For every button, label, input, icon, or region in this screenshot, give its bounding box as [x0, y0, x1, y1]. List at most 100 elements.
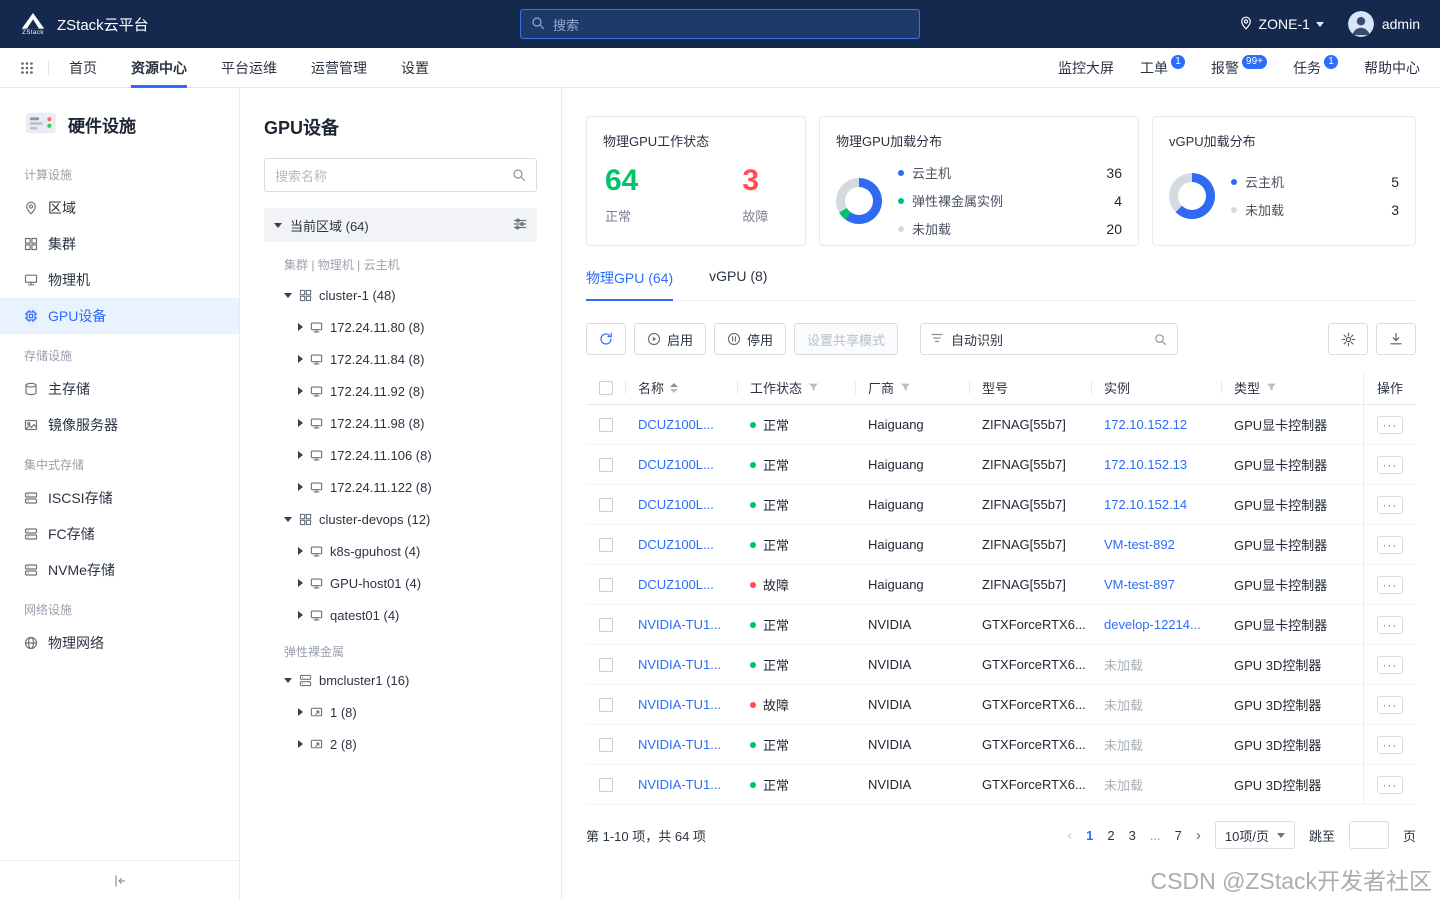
- gpu-name-link[interactable]: NVIDIA-TU1...: [638, 777, 721, 792]
- disable-button[interactable]: 停用: [714, 323, 786, 355]
- nav-item-monitor-screen[interactable]: 监控大屏: [1058, 58, 1114, 78]
- row-actions-button[interactable]: ···: [1377, 416, 1403, 434]
- collapse-sidebar-icon[interactable]: [113, 874, 127, 888]
- tree-bm-node[interactable]: 1 (8): [264, 696, 537, 728]
- row-checkbox[interactable]: [599, 698, 613, 712]
- filter-funnel-icon[interactable]: [900, 382, 911, 393]
- enable-button[interactable]: 启用: [634, 323, 706, 355]
- sidebar-item-physical-network[interactable]: 物理网络: [0, 625, 239, 661]
- row-checkbox[interactable]: [599, 458, 613, 472]
- jump-page-input[interactable]: [1349, 821, 1389, 849]
- gpu-name-link[interactable]: DCUZ100L...: [638, 537, 714, 552]
- sidebar-item-primary-storage[interactable]: 主存储: [0, 371, 239, 407]
- caret-right-icon[interactable]: [298, 355, 303, 363]
- tree-bm-node[interactable]: 2 (8): [264, 728, 537, 760]
- tree-host-node[interactable]: 172.24.11.80 (8): [264, 311, 537, 343]
- page-number[interactable]: 3: [1129, 828, 1136, 843]
- caret-right-icon[interactable]: [298, 611, 303, 619]
- instance-link[interactable]: develop-12214...: [1104, 617, 1201, 632]
- sort-icon[interactable]: [670, 383, 678, 393]
- caret-right-icon[interactable]: [298, 419, 303, 427]
- tab-physical-gpu[interactable]: 物理GPU (64): [586, 268, 673, 300]
- instance-link[interactable]: VM-test-892: [1104, 537, 1175, 552]
- nav-item-settings[interactable]: 设置: [401, 48, 429, 88]
- share-mode-button[interactable]: 设置共享模式: [794, 323, 898, 355]
- filter-dropdown[interactable]: 自动识别: [920, 323, 1178, 355]
- tab-vgpu[interactable]: vGPU (8): [709, 268, 767, 300]
- global-search-input[interactable]: 搜索: [520, 9, 920, 39]
- row-actions-button[interactable]: ···: [1377, 696, 1403, 714]
- tree-host-node[interactable]: 172.24.11.84 (8): [264, 343, 537, 375]
- sidebar-item-nvme[interactable]: NVMe存储: [0, 552, 239, 588]
- gpu-name-link[interactable]: DCUZ100L...: [638, 457, 714, 472]
- caret-down-icon[interactable]: [284, 517, 292, 522]
- filter-funnel-icon[interactable]: [808, 382, 819, 393]
- app-grid-icon[interactable]: [20, 61, 34, 75]
- filter-funnel-icon[interactable]: [1266, 382, 1277, 393]
- tree-node-current-region[interactable]: 当前区域 (64): [264, 208, 537, 242]
- tree-host-node[interactable]: GPU-host01 (4): [264, 567, 537, 599]
- tree-cluster-node[interactable]: cluster-1 (48): [264, 279, 537, 311]
- nav-item-home[interactable]: 首页: [69, 48, 97, 88]
- caret-right-icon[interactable]: [298, 387, 303, 395]
- page-size-select[interactable]: 10项/页: [1215, 821, 1295, 849]
- row-actions-button[interactable]: ···: [1377, 576, 1403, 594]
- instance-link[interactable]: VM-test-897: [1104, 577, 1175, 592]
- search-icon[interactable]: [1154, 333, 1167, 346]
- row-actions-button[interactable]: ···: [1377, 656, 1403, 674]
- row-actions-button[interactable]: ···: [1377, 736, 1403, 754]
- prev-page-icon[interactable]: ‹: [1067, 828, 1072, 843]
- row-checkbox[interactable]: [599, 658, 613, 672]
- caret-down-icon[interactable]: [284, 678, 292, 683]
- row-checkbox[interactable]: [599, 538, 613, 552]
- sidebar-item-host[interactable]: 物理机: [0, 262, 239, 298]
- caret-right-icon[interactable]: [298, 323, 303, 331]
- zone-selector[interactable]: ZONE-1: [1239, 16, 1324, 33]
- row-checkbox[interactable]: [599, 738, 613, 752]
- instance-link[interactable]: 172.10.152.13: [1104, 457, 1187, 472]
- nav-item-tasks[interactable]: 任务1: [1293, 58, 1338, 78]
- nav-item-platform-ops[interactable]: 平台运维: [221, 48, 277, 88]
- page-number[interactable]: 1: [1086, 828, 1093, 843]
- gpu-name-link[interactable]: DCUZ100L...: [638, 417, 714, 432]
- gpu-name-link[interactable]: DCUZ100L...: [638, 497, 714, 512]
- sidebar-item-iscsi[interactable]: ISCSI存储: [0, 480, 239, 516]
- row-actions-button[interactable]: ···: [1377, 616, 1403, 634]
- nav-item-help-center[interactable]: 帮助中心: [1364, 58, 1420, 78]
- tree-host-node[interactable]: qatest01 (4): [264, 599, 537, 631]
- tree-host-node[interactable]: 172.24.11.122 (8): [264, 471, 537, 503]
- page-number[interactable]: 2: [1107, 828, 1114, 843]
- row-checkbox[interactable]: [599, 498, 613, 512]
- tree-search-input[interactable]: 搜索名称: [264, 158, 537, 192]
- caret-down-icon[interactable]: [274, 223, 282, 228]
- row-actions-button[interactable]: ···: [1377, 536, 1403, 554]
- refresh-button[interactable]: [586, 323, 626, 355]
- tree-host-node[interactable]: 172.24.11.92 (8): [264, 375, 537, 407]
- tree-host-node[interactable]: k8s-gpuhost (4): [264, 535, 537, 567]
- row-actions-button[interactable]: ···: [1377, 496, 1403, 514]
- caret-right-icon[interactable]: [298, 483, 303, 491]
- caret-right-icon[interactable]: [298, 708, 303, 716]
- sidebar-item-gpu-device[interactable]: GPU设备: [0, 298, 239, 334]
- caret-right-icon[interactable]: [298, 740, 303, 748]
- instance-link[interactable]: 172.10.152.14: [1104, 497, 1187, 512]
- row-actions-button[interactable]: ···: [1377, 776, 1403, 794]
- sidebar-item-image-server[interactable]: 镜像服务器: [0, 407, 239, 443]
- caret-down-icon[interactable]: [284, 293, 292, 298]
- gpu-name-link[interactable]: NVIDIA-TU1...: [638, 737, 721, 752]
- tree-host-node[interactable]: 172.24.11.106 (8): [264, 439, 537, 471]
- gpu-name-link[interactable]: NVIDIA-TU1...: [638, 617, 721, 632]
- tree-bm-cluster-node[interactable]: bmcluster1 (16): [264, 664, 537, 696]
- row-actions-button[interactable]: ···: [1377, 456, 1403, 474]
- sidebar-item-fc[interactable]: FC存储: [0, 516, 239, 552]
- page-number[interactable]: 7: [1175, 828, 1182, 843]
- instance-link[interactable]: 172.10.152.12: [1104, 417, 1187, 432]
- nav-item-operations[interactable]: 运营管理: [311, 48, 367, 88]
- next-page-icon[interactable]: ›: [1196, 828, 1201, 843]
- nav-item-resource-center[interactable]: 资源中心: [131, 48, 187, 88]
- row-checkbox[interactable]: [599, 578, 613, 592]
- tree-cluster-node[interactable]: cluster-devops (12): [264, 503, 537, 535]
- select-all-checkbox[interactable]: [599, 381, 613, 395]
- caret-right-icon[interactable]: [298, 579, 303, 587]
- row-checkbox[interactable]: [599, 418, 613, 432]
